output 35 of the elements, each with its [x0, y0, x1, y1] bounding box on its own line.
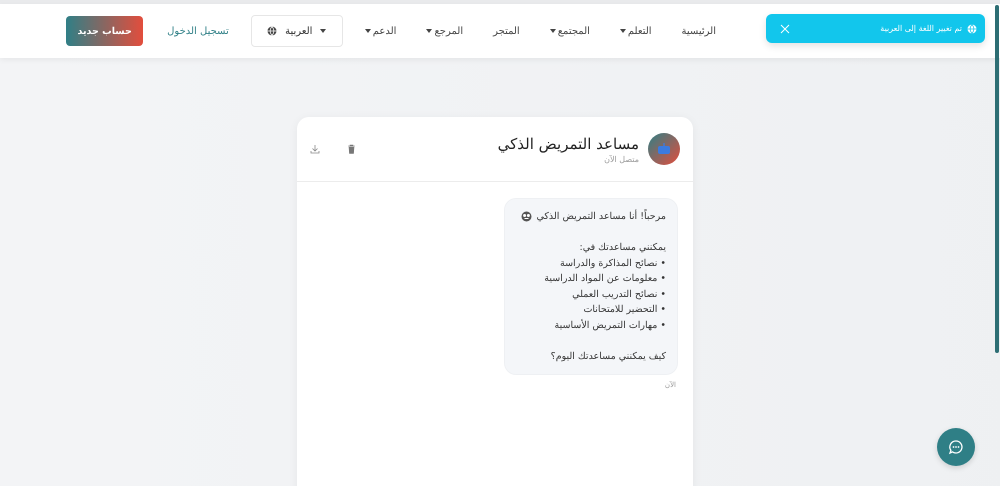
message-text: • معلومات عن المواد الدراسية: [544, 272, 666, 286]
nav-link[interactable]: المرجع: [426, 26, 464, 36]
message-text: مرحباً! أنا مساعد التمريض الذكي: [536, 209, 666, 224]
signup-button[interactable]: حساب جديد: [66, 16, 144, 46]
nav-link[interactable]: الدعم: [364, 26, 396, 36]
chat-title: مساعد التمريض الذكي: [496, 134, 639, 152]
delete-button[interactable]: [347, 144, 356, 154]
status-text: متصل الآن: [603, 154, 639, 164]
nav-link[interactable]: الرئيسية: [682, 26, 716, 36]
globe-icon: [267, 26, 278, 36]
nav-link[interactable]: المتجر: [493, 26, 520, 36]
toast-text: تم تغيير اللغة إلى العربية: [879, 24, 962, 33]
nav-link[interactable]: المجتمع: [550, 26, 590, 36]
globe-icon: [967, 24, 977, 34]
login-link[interactable]: تسجيل الدخول: [167, 26, 229, 36]
caret-icon: [364, 29, 371, 33]
scrollbar[interactable]: [995, 5, 999, 353]
caret-icon: [550, 29, 556, 33]
nav-link[interactable]: التعلم: [620, 26, 652, 36]
robot-icon: [657, 143, 671, 155]
message-text: • نصائح التدريب العملي: [572, 288, 666, 302]
caret-icon: [620, 29, 626, 33]
close-icon[interactable]: [780, 24, 790, 34]
language-dropdown[interactable]: العربية: [250, 15, 343, 47]
message-text: يمكنني مساعدتك في:: [580, 241, 666, 255]
message-text: • نصائح المذاكرة والدراسة: [560, 256, 666, 270]
message-text: كيف يمكنني مساعدتك اليوم؟: [550, 350, 666, 364]
chat-bubble-icon: [948, 439, 964, 455]
download-button[interactable]: [310, 144, 320, 154]
message-text: • التحضير للامتحانات: [583, 303, 666, 317]
message-text: • مهارات التمريض الأساسية: [554, 318, 666, 332]
emoji-icon: [521, 211, 532, 222]
chat-button[interactable]: [937, 428, 975, 466]
caret-icon: [320, 29, 326, 33]
caret-icon: [426, 29, 432, 33]
